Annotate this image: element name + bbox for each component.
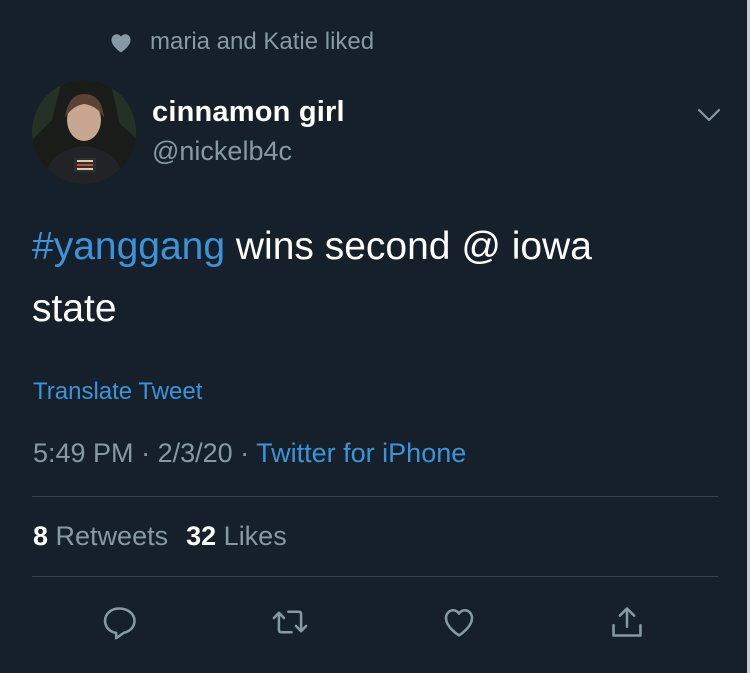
tweet-time: 5:49 PM [33,438,134,468]
share-icon [612,607,642,637]
reply-button[interactable] [97,600,141,644]
social-context: maria and Katie liked [108,27,374,57]
like-icon [444,609,474,637]
meta-separator: · [232,438,257,468]
tweet-actions [0,600,750,644]
likes-count: 32 [186,521,217,551]
retweets-count: 8 [33,521,49,551]
tweet-meta: 5:49 PM · 2/3/20 · Twitter for iPhone [33,438,466,469]
tweet-detail-screen: maria and Katie liked cinnamon girl @nic… [0,0,750,673]
tweet-stats: 8 Retweets 32 Likes [33,521,287,552]
chevron-down-icon[interactable] [694,100,724,130]
tweet-text-line2: state [32,287,117,330]
avatar[interactable] [32,80,136,184]
likes-stat[interactable]: 32 Likes [186,521,287,551]
author-handle[interactable]: @nickelb4c [152,136,292,167]
likes-label: Likes [223,521,287,551]
like-button[interactable] [437,600,481,644]
tweet-source-link[interactable]: Twitter for iPhone [256,438,466,468]
share-button[interactable] [605,600,649,644]
translate-tweet-link[interactable]: Translate Tweet [33,378,202,406]
tweet-text: #yanggang wins second @ iowa state [32,216,712,340]
retweet-icon [272,610,308,634]
hashtag-link[interactable]: #yanggang [32,225,225,268]
avatar-image [32,80,136,184]
divider [32,576,718,577]
tweet-date: 2/3/20 [157,438,233,468]
divider [32,496,718,497]
author-display-name[interactable]: cinnamon girl [152,96,345,129]
social-context-text: maria and Katie liked [150,28,375,55]
meta-separator: · [133,438,158,468]
reply-icon [103,607,136,640]
retweets-stat[interactable]: 8 Retweets [33,521,168,551]
retweets-label: Retweets [55,521,169,551]
tweet-text-line1: wins second @ iowa [225,225,592,268]
retweet-button[interactable] [268,600,312,644]
heart-icon [108,29,134,55]
